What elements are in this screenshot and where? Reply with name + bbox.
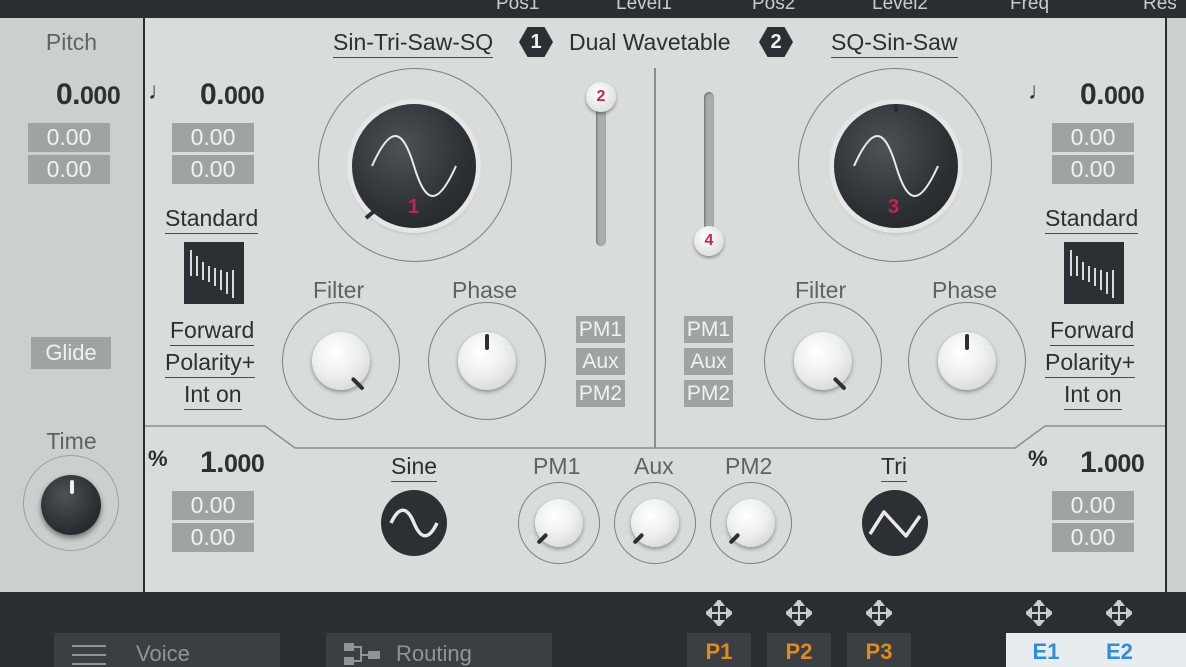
osc2-polarity-selector[interactable]: Polarity+	[1045, 349, 1136, 378]
move-icon[interactable]	[866, 600, 892, 626]
osc1-filter-knob[interactable]	[312, 332, 370, 390]
pm2-label: PM2	[725, 453, 773, 479]
param-label-level1: Level1	[616, 0, 672, 14]
tab-routing-label: Routing	[396, 641, 472, 666]
osc1-mix-mod-1[interactable]: 0.00	[172, 491, 254, 520]
macro-tab-p2[interactable]: P2	[767, 633, 831, 667]
routing-icon	[344, 643, 380, 665]
osc1-polarity-selector[interactable]: Polarity+	[165, 349, 256, 378]
percent-icon[interactable]: %	[148, 446, 168, 472]
right-panel-edge	[1167, 18, 1186, 592]
param-label-strip: Pos1 Level1 Pos2 Level2 Freq Res	[0, 0, 1186, 18]
macro-tab-p3[interactable]: P3	[847, 633, 911, 667]
osc1-interp-selector[interactable]: Int on	[184, 381, 242, 410]
osc2-pm1-tag[interactable]: PM1	[684, 316, 733, 343]
osc1-phase-label: Phase	[452, 277, 518, 303]
osc1-phase-indicator	[485, 334, 489, 350]
move-icon[interactable]	[1026, 600, 1052, 626]
osc1-level-slider-thumb[interactable]: 2	[586, 82, 616, 112]
osc1-pitch-value[interactable]: 0.000	[200, 78, 265, 112]
osc2-mix-mod-2[interactable]: 0.00	[1052, 523, 1134, 552]
macro-tab-e1[interactable]: E1	[1006, 633, 1086, 667]
osc2-wavetable-selector[interactable]: SQ-Sin-Saw	[831, 29, 958, 58]
osc2-pitch-value[interactable]: 0.000	[1080, 78, 1145, 112]
osc1-filter-label: Filter	[313, 277, 365, 303]
param-label-res: Res	[1143, 0, 1177, 14]
osc1-level-slider-track[interactable]	[596, 100, 606, 246]
osc2-filter-knob[interactable]	[794, 332, 852, 390]
osc2-mode-selector[interactable]: Standard	[1045, 205, 1139, 234]
sync-note-icon[interactable]: ♩	[148, 78, 172, 106]
osc1-pm2-tag[interactable]: PM2	[576, 380, 625, 407]
tab-voice[interactable]: Voice	[54, 633, 280, 667]
osc2-mix-mod-1[interactable]: 0.00	[1052, 491, 1134, 520]
macro-tab-e2[interactable]: E2	[1086, 633, 1186, 667]
osc1-wavetable-selector[interactable]: Sin-Tri-Saw-SQ	[333, 29, 494, 58]
pitch-label: Pitch	[45, 29, 98, 55]
lfo1-wave-selector[interactable]: Sine	[391, 453, 438, 482]
osc1-mode-selector[interactable]: Standard	[165, 205, 259, 234]
time-knob-indicator	[70, 480, 74, 494]
param-label-freq: Freq	[1010, 0, 1050, 14]
osc2-direction-selector[interactable]: Forward	[1050, 317, 1135, 346]
lfo2-wave-selector[interactable]: Tri	[881, 453, 907, 482]
move-icon[interactable]	[706, 600, 732, 626]
sine-lfo-icon[interactable]	[381, 490, 447, 556]
pitch-value[interactable]: 0.000	[56, 78, 121, 112]
osc1-direction-selector[interactable]: Forward	[170, 317, 255, 346]
param-label-pos1: Pos1	[496, 0, 540, 14]
macro-tab-p1[interactable]: P1	[687, 633, 751, 667]
osc-divider	[654, 68, 656, 448]
time-label: Time	[46, 428, 97, 454]
osc1-pm1-tag[interactable]: PM1	[576, 316, 625, 343]
osc1-mod-amount-1[interactable]: 0.00	[172, 123, 254, 152]
tab-routing[interactable]: Routing	[326, 633, 552, 667]
osc2-level-slider-track[interactable]	[704, 92, 714, 242]
sync-note-icon[interactable]: ♩	[1028, 78, 1052, 106]
module-title: Dual Wavetable	[569, 29, 731, 55]
osc1-aux-tag[interactable]: Aux	[576, 348, 625, 375]
param-label-level2: Level2	[872, 0, 928, 14]
osc2-aux-tag[interactable]: Aux	[684, 348, 733, 375]
pitch-mod-amount-1[interactable]: 0.00	[28, 123, 110, 152]
osc1-knob-number: 1	[408, 196, 420, 218]
osc1-mod-amount-2[interactable]: 0.00	[172, 155, 254, 184]
tab-voice-label: Voice	[136, 641, 190, 666]
move-icon[interactable]	[786, 600, 812, 626]
osc2-pm2-tag[interactable]: PM2	[684, 380, 733, 407]
osc2-level-slider-thumb[interactable]: 4	[694, 226, 724, 256]
hamburger-icon	[72, 645, 106, 665]
wavetable-step-icon	[184, 242, 244, 304]
osc2-mod-amount-1[interactable]: 0.00	[1052, 123, 1134, 152]
wavetable-step-icon	[1064, 242, 1124, 304]
osc2-mix-value[interactable]: 1.000	[1080, 446, 1145, 480]
osc2-phase-indicator	[965, 334, 969, 350]
triangle-lfo-icon[interactable]	[862, 490, 928, 556]
aux-label: Aux	[634, 453, 674, 479]
osc2-knob-number: 3	[888, 196, 900, 218]
osc1-mix-value[interactable]: 1.000	[200, 446, 265, 480]
osc1-mix-mod-2[interactable]: 0.00	[172, 523, 254, 552]
osc2-filter-label: Filter	[795, 277, 847, 303]
osc2-interp-selector[interactable]: Int on	[1064, 381, 1122, 410]
osc2-mod-amount-2[interactable]: 0.00	[1052, 155, 1134, 184]
osc2-phase-label: Phase	[932, 277, 998, 303]
percent-icon[interactable]: %	[1028, 446, 1048, 472]
move-icon[interactable]	[1106, 600, 1132, 626]
pm1-label: PM1	[533, 453, 581, 479]
pitch-mod-amount-2[interactable]: 0.00	[28, 155, 110, 184]
param-label-pos2: Pos2	[752, 0, 796, 14]
glide-button[interactable]: Glide	[31, 337, 111, 369]
